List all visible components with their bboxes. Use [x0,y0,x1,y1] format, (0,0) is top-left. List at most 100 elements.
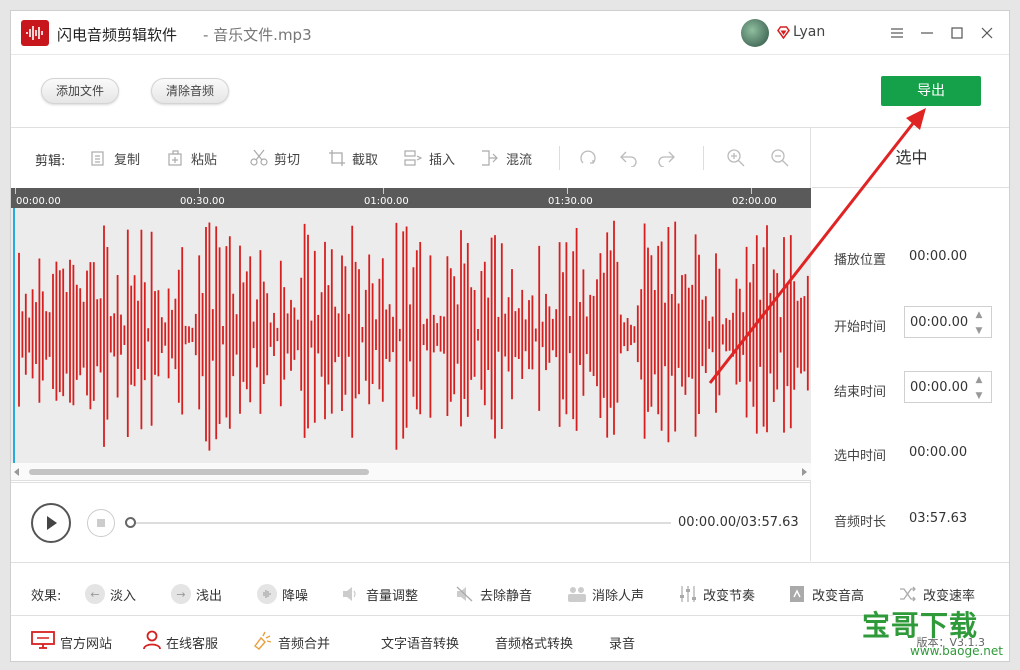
denoise-icon [257,584,277,604]
text-to-speech-label: 文字语音转换 [381,636,460,652]
stop-button[interactable] [87,509,115,537]
progress-track[interactable] [129,522,671,524]
denoise-label: 降噪 [282,588,309,604]
scroll-right-icon[interactable] [801,468,807,476]
fade-in-icon: ← [85,584,105,604]
file-name: - 音乐文件.mp3 [203,26,312,44]
merge-link[interactable]: 音频合并 [251,631,330,652]
record-link[interactable]: 录音 [609,632,635,652]
menu-icon[interactable] [887,23,907,43]
copy-button[interactable]: 复制 [89,147,140,169]
website-icon [31,631,55,653]
export-button[interactable]: 导出 [881,76,981,106]
pitch-button[interactable]: 改变音高 [787,583,864,605]
crop-button[interactable]: 截取 [327,147,378,169]
start-time-label: 开始时间 [834,320,887,335]
close-icon[interactable] [977,23,997,43]
play-button[interactable] [31,503,71,543]
loop-button[interactable] [578,147,598,169]
end-time-value: 00:00.00 [910,380,969,395]
mix-icon [481,148,501,168]
crop-icon [327,148,347,168]
mix-button[interactable]: 混流 [481,147,532,169]
vip-diamond-icon [777,26,790,39]
fade-in-button[interactable]: ← 淡入 [85,583,136,605]
play-position-value: 00:00.00 [909,249,968,264]
undo-button[interactable] [618,147,638,169]
remove-silence-label: 去除静音 [480,588,533,604]
maximize-icon[interactable] [947,23,967,43]
horizontal-scrollbar[interactable] [11,463,811,481]
selection-panel: 选中 播放位置 00:00.00 开始时间 00:00.00 ▲ ▼ 结束时间 … [812,128,1009,561]
paste-button[interactable]: 粘贴 [166,147,217,169]
selected-time-value: 00:00.00 [909,445,968,460]
tick-mark [751,188,752,194]
tempo-button[interactable]: 改变节奏 [678,583,755,605]
rate-button[interactable]: 改变速率 [898,583,975,605]
denoise-button[interactable]: 降噪 [257,583,308,605]
waveform-canvas[interactable] [11,208,811,463]
format-convert-label: 音频格式转换 [495,636,574,652]
edit-panel: 剪辑: 复制 粘贴 剪切 截取 插入 混流 00:00.00 00:30.00 … [11,128,811,561]
time-readout: 00:00.00/03:57.63 [678,515,799,530]
cut-button[interactable]: 剪切 [249,147,300,169]
duration-label: 音频时长 [834,515,887,530]
app-window: 闪电音频剪辑软件 - 音乐文件.mp3 Lyan 添加文件 清除音频 导出 剪辑… [10,10,1010,662]
spin-down-icon[interactable]: ▼ [976,391,983,401]
add-file-button[interactable]: 添加文件 [41,78,120,104]
paste-label: 粘贴 [191,152,218,168]
end-time-input[interactable]: 00:00.00 ▲ ▼ [904,371,992,403]
avatar[interactable] [741,19,769,47]
mix-label: 混流 [506,152,533,168]
zoom-in-button[interactable] [726,147,746,169]
copy-label: 复制 [114,152,141,168]
fade-out-label: 浅出 [196,588,223,604]
zoom-in-icon [726,148,746,168]
minimize-icon[interactable] [917,23,937,43]
zoom-out-button[interactable] [770,147,790,169]
volume-button[interactable]: 音量调整 [341,583,418,605]
selection-title: 选中 [812,128,1009,188]
scrollbar-thumb[interactable] [29,469,369,475]
scissors-icon [249,148,269,168]
timeline-ruler[interactable]: 00:00.00 00:30.00 01:00.00 01:30.00 02:0… [11,188,811,208]
fade-in-label: 淡入 [110,588,137,604]
volume-icon [341,584,361,604]
end-time-label: 结束时间 [834,385,887,400]
remove-silence-button[interactable]: 去除静音 [455,583,532,605]
fade-out-button[interactable]: → 浅出 [171,583,222,605]
action-toolbar: 添加文件 清除音频 导出 [11,56,1009,128]
volume-label: 音量调整 [366,588,419,604]
insert-button[interactable]: 插入 [404,147,455,169]
support-icon [143,630,161,654]
website-link[interactable]: 官方网站 [31,631,112,653]
spin-up-icon[interactable]: ▲ [976,375,983,385]
paste-icon [166,148,186,168]
tick-label: 00:30.00 [180,196,225,207]
insert-label: 插入 [429,152,456,168]
spin-up-icon[interactable]: ▲ [976,310,983,320]
effects-toolbar: 效果: ← 淡入 → 浅出 降噪 音量调整 去除静音 消除人声 改变节奏 改变音… [11,562,1009,614]
support-link[interactable]: 在线客服 [143,630,219,654]
start-time-input[interactable]: 00:00.00 ▲ ▼ [904,306,992,338]
scroll-left-icon[interactable] [14,468,20,476]
vocal-remove-icon [567,584,587,604]
loop-icon [578,148,598,168]
text-to-speech-link[interactable]: 文字语音转换 [381,632,459,652]
edit-toolbar: 剪辑: 复制 粘贴 剪切 截取 插入 混流 [11,128,811,188]
vocal-remove-button[interactable]: 消除人声 [567,583,644,605]
play-icon [47,516,57,530]
pitch-label: 改变音高 [812,588,865,604]
start-time-value: 00:00.00 [910,315,969,330]
fade-out-icon: → [171,584,191,604]
username[interactable]: Lyan [793,24,825,40]
waveform-area[interactable]: 00:00.00 00:30.00 01:00.00 01:30.00 02:0… [11,188,811,482]
clear-audio-button[interactable]: 清除音频 [151,78,230,104]
app-title: 闪电音频剪辑软件 [57,26,178,44]
mute-icon [455,584,475,604]
format-convert-link[interactable]: 音频格式转换 [495,632,573,652]
support-label: 在线客服 [166,636,219,652]
spin-down-icon[interactable]: ▼ [976,326,983,336]
progress-knob[interactable] [125,517,136,528]
redo-button[interactable] [657,147,677,169]
